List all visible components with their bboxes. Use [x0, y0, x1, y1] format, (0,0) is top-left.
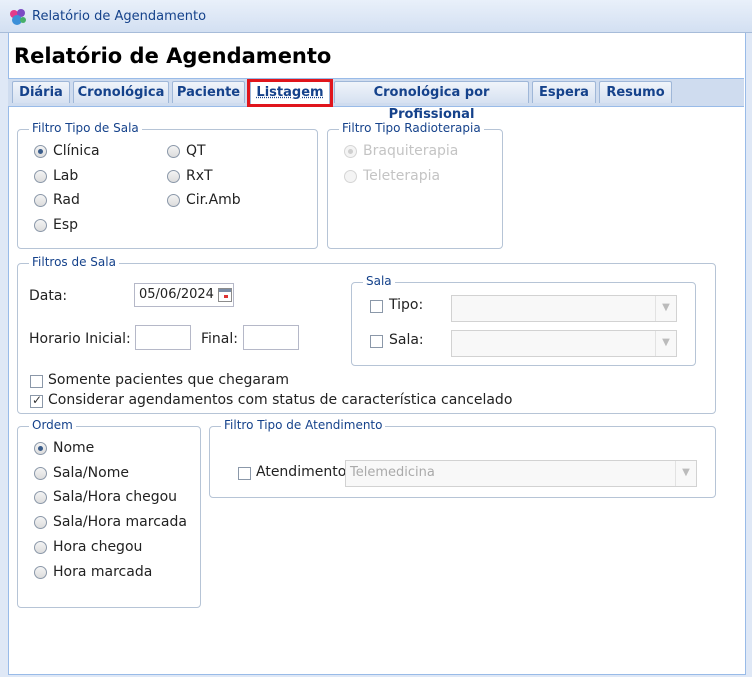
window-title: Relatório de Agendamento — [32, 9, 207, 24]
radio-ordem-sala-nome-label: Sala/Nome — [53, 465, 129, 481]
data-label: Data: — [29, 288, 68, 304]
radio-braquiterapia[interactable] — [344, 145, 357, 158]
radio-ordem-sala-hora-marcada[interactable] — [34, 516, 47, 529]
radio-esp-label: Esp — [53, 217, 79, 233]
window-titlebar: Relatório de Agendamento — [0, 0, 752, 33]
radio-cir-amb-label: Cir.Amb — [186, 192, 241, 208]
radio-ordem-hora-chegou-label: Hora chegou — [53, 539, 143, 555]
chevron-down-icon[interactable]: ▼ — [655, 296, 676, 321]
tab-cronologica[interactable]: Cronológica — [73, 81, 169, 103]
final-label: Final: — [201, 331, 238, 347]
sala-legend: Sala — [363, 275, 395, 288]
radio-rxt-label: RxT — [186, 168, 213, 184]
tab-resumo[interactable]: Resumo — [599, 81, 672, 103]
tipo-select[interactable]: ▼ — [451, 295, 677, 322]
app-logo-icon — [10, 9, 26, 25]
somente-chegaram-label: Somente pacientes que chegaram — [48, 372, 289, 388]
radio-ordem-hora-marcada[interactable] — [34, 566, 47, 579]
radio-ordem-sala-hora-chegou[interactable] — [34, 491, 47, 504]
tab-diaria[interactable]: Diária — [12, 81, 70, 103]
radio-rad-label: Rad — [53, 192, 80, 208]
radio-braquiterapia-label: Braquiterapia — [363, 143, 459, 159]
page-title: Relatório de Agendamento — [14, 44, 332, 68]
radio-ordem-sala-hora-chegou-label: Sala/Hora chegou — [53, 489, 178, 505]
considerar-cancelado-label: Considerar agendamentos com status de ca… — [48, 392, 513, 408]
radio-ordem-nome-label: Nome — [53, 440, 95, 456]
radio-cir-amb[interactable] — [167, 194, 180, 207]
considerar-cancelado-checkbox[interactable] — [30, 393, 43, 408]
atendimento-select-value: Telemedicina — [350, 465, 435, 480]
horario-final-input[interactable] — [243, 325, 299, 350]
radio-ordem-nome[interactable] — [34, 442, 47, 455]
radio-rad[interactable] — [34, 194, 47, 207]
radio-ordem-hora-marcada-label: Hora marcada — [53, 564, 153, 580]
horario-inicial-input[interactable] — [135, 325, 191, 350]
radio-lab[interactable] — [34, 170, 47, 183]
atendimento-select[interactable]: Telemedicina ▼ — [345, 460, 697, 487]
radio-qt-label: QT — [186, 143, 206, 159]
tab-highlight-box — [247, 79, 333, 107]
radio-clinica[interactable] — [34, 145, 47, 158]
tab-paciente[interactable]: Paciente — [172, 81, 245, 103]
sala-label: Sala: — [389, 332, 424, 348]
radio-teleterapia[interactable] — [344, 170, 357, 183]
sala-select[interactable]: ▼ — [451, 330, 677, 357]
atendimento-label: Atendimento — [256, 464, 347, 480]
radio-qt[interactable] — [167, 145, 180, 158]
tab-cronologica-por-profissional[interactable]: Cronológica por Profissional — [334, 81, 529, 122]
filtro-tipo-radioterapia-legend: Filtro Tipo Radioterapia — [339, 122, 484, 135]
sala-checkbox[interactable] — [370, 335, 383, 348]
somente-chegaram-checkbox[interactable] — [30, 375, 43, 388]
chevron-down-icon[interactable]: ▼ — [655, 331, 676, 356]
radio-rxt[interactable] — [167, 170, 180, 183]
filtros-sala-legend: Filtros de Sala — [29, 256, 119, 269]
radio-ordem-hora-chegou[interactable] — [34, 541, 47, 554]
tipo-label: Tipo: — [389, 297, 424, 313]
radio-ordem-sala-hora-marcada-label: Sala/Hora marcada — [53, 514, 187, 530]
radio-lab-label: Lab — [53, 168, 79, 184]
calendar-icon[interactable] — [218, 288, 232, 302]
radio-esp[interactable] — [34, 219, 47, 232]
tab-espera[interactable]: Espera — [532, 81, 596, 103]
radio-clinica-label: Clínica — [53, 143, 100, 159]
chevron-down-icon[interactable]: ▼ — [675, 461, 696, 486]
horario-inicial-label: Horario Inicial: — [29, 331, 131, 347]
tipo-checkbox[interactable] — [370, 300, 383, 313]
ordem-legend: Ordem — [29, 419, 76, 432]
radio-ordem-sala-nome[interactable] — [34, 467, 47, 480]
data-value: 05/06/2024 — [139, 287, 214, 302]
filtro-tipo-sala-legend: Filtro Tipo de Sala — [29, 122, 142, 135]
atendimento-checkbox[interactable] — [238, 467, 251, 480]
filtro-tipo-atendimento-legend: Filtro Tipo de Atendimento — [221, 419, 386, 432]
radio-teleterapia-label: Teleterapia — [363, 168, 441, 184]
